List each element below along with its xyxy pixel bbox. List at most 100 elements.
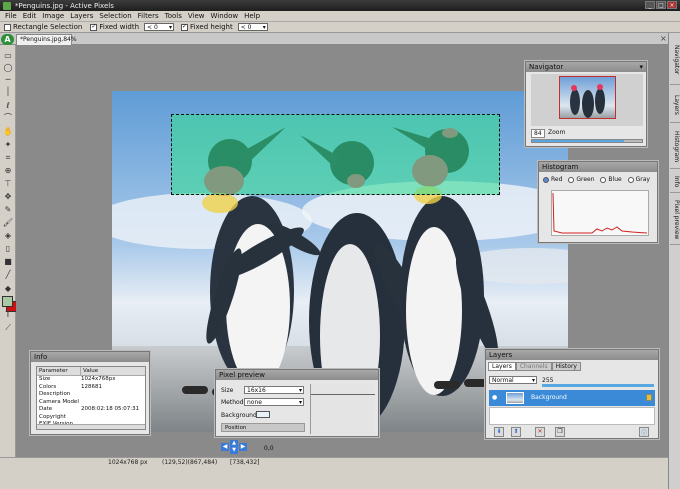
layer-thumbnail [506, 392, 524, 404]
clone-icon[interactable]: ◈ [2, 230, 14, 241]
line-icon[interactable]: ╱ [2, 269, 14, 280]
channel-gray-radio[interactable] [627, 176, 634, 183]
menu-edit[interactable]: Edit [20, 12, 40, 20]
zoom-slider-fill [532, 140, 625, 142]
fixed-width-input[interactable]: < 0 [144, 23, 175, 31]
fixed-width-checkbox[interactable]: ✓ [90, 23, 98, 31]
table-row: Camera Model [37, 399, 145, 407]
lasso-icon[interactable]: ℓ [2, 100, 14, 111]
marquee-selection[interactable] [171, 114, 500, 195]
menu-filters[interactable]: Filters [135, 12, 162, 20]
side-tab-info[interactable]: Info [670, 171, 680, 193]
menu-view[interactable]: View [185, 12, 208, 20]
arrow-right-icon[interactable]: ▶ [239, 443, 247, 451]
side-tab-navigator[interactable]: Navigator [670, 35, 680, 85]
background-label: Background: [221, 412, 259, 419]
window-title: *Penguins.jpg - Active Pixels [15, 1, 114, 10]
side-tab-histogram[interactable]: Histogram [670, 125, 680, 169]
rect-selection-checkbox[interactable] [4, 23, 11, 31]
close-tab-icon[interactable]: × [660, 34, 667, 43]
zoom-value-input[interactable]: 84 [531, 129, 545, 138]
menu-selection[interactable]: Selection [96, 12, 134, 20]
brush-icon[interactable]: 🖌 [2, 217, 14, 228]
tab-channels[interactable]: Channels [515, 362, 552, 371]
close-button[interactable]: × [667, 1, 677, 9]
layer-visibility-eye-icon[interactable]: ● [492, 390, 497, 406]
menu-window[interactable]: Window [208, 12, 242, 20]
column-select-icon[interactable]: │ [2, 86, 14, 97]
channel-green-label: Green [576, 176, 595, 183]
layer-move-down-icon[interactable]: ⬇ [494, 427, 504, 437]
channel-blue-radio[interactable] [600, 176, 607, 183]
tools-panel: ▭ ◯ ─ │ ℓ ⌒ ✋ ✦ ⌗ ⊕ ⊤ ✥ ✎ 🖌 ◈ ▯ ■ ╱ ◆ ▤ … [0, 45, 16, 489]
ellipse-select-icon[interactable]: ◯ [2, 62, 14, 73]
delete-layer-icon[interactable]: ✕ [535, 427, 545, 437]
histogram-title: Histogram [542, 163, 579, 171]
document-tab[interactable]: *Penguins.jpg,84% [16, 34, 77, 45]
tab-history[interactable]: History [551, 362, 581, 371]
table-row: Colors 128681 [37, 384, 145, 392]
fixed-height-label: Fixed height [190, 23, 233, 31]
layer-move-up-icon[interactable]: ⬆ [511, 427, 521, 437]
info-horizontal-scrollbar[interactable] [37, 424, 145, 429]
channel-red-label: Red [551, 176, 563, 183]
layer-lock-icon[interactable] [646, 394, 652, 401]
menu-tools[interactable]: Tools [162, 12, 185, 20]
rect-select-icon[interactable]: ▭ [2, 50, 14, 61]
row-select-icon[interactable]: ─ [2, 74, 14, 85]
magic-wand-icon[interactable]: ✦ [2, 139, 14, 150]
stamp-icon[interactable]: ⊤ [2, 178, 14, 189]
opacity-value: 255 [542, 377, 554, 384]
pencil-icon[interactable]: ✎ [2, 204, 14, 215]
menu-file[interactable]: File [2, 12, 20, 20]
zoom-icon[interactable]: ⊕ [2, 165, 14, 176]
histogram-graph [551, 190, 649, 236]
side-tab-layers[interactable]: Layers [670, 87, 680, 123]
info-header: Info [31, 352, 149, 362]
info-table-header: Parameter Value [37, 367, 145, 376]
histogram-panel: Histogram Red Green Blue Gray [538, 161, 658, 243]
channel-green-radio[interactable] [568, 176, 575, 183]
menu-image[interactable]: Image [39, 12, 67, 20]
duplicate-layer-icon[interactable]: ❐ [555, 427, 565, 437]
arrow-left-icon[interactable]: ◀ [221, 443, 229, 451]
opacity-slider[interactable] [542, 384, 654, 387]
layers-panel: Layers Layers Channels History Normal 25… [485, 349, 659, 439]
channel-selector: Red Green Blue Gray [543, 176, 650, 183]
layers-tab-bar: Layers Channels History [488, 362, 581, 371]
menu-help[interactable]: Help [241, 12, 263, 20]
histogram-header: Histogram [539, 162, 657, 172]
eraser-icon[interactable]: ▯ [2, 243, 14, 254]
navigator-thumbnail[interactable] [559, 76, 616, 119]
bucket-icon[interactable]: ◆ [2, 283, 14, 294]
arrow-down-icon[interactable]: ▼ [230, 447, 238, 454]
rectangle-shape-icon[interactable]: ■ [2, 256, 14, 267]
arrow-up-icon[interactable]: ▲ [230, 440, 238, 447]
move-icon[interactable]: ✥ [2, 191, 14, 202]
panel-menu-icon[interactable]: ▾ [639, 62, 643, 72]
layer-properties-icon[interactable]: ⓘ [639, 427, 649, 437]
minimize-button[interactable]: _ [645, 1, 655, 9]
crop-icon[interactable]: ⌗ [2, 152, 14, 163]
eyedropper-icon[interactable]: ⟋ [2, 322, 14, 333]
size-select[interactable]: 16x16 [244, 386, 304, 394]
method-select[interactable]: none [244, 398, 304, 406]
layer-row-background[interactable]: ● Background [489, 390, 655, 406]
fixed-height-input[interactable]: < 0 [237, 23, 268, 31]
hand-icon[interactable]: ✋ [2, 126, 14, 137]
zoom-slider[interactable] [531, 139, 643, 143]
status-bar: 1024x768 px (129,52)(867,484) [738,432] [0, 457, 668, 489]
menu-layers[interactable]: Layers [67, 12, 96, 20]
status-cursor-coords: (129,52)(867,484) [162, 459, 218, 466]
blend-mode-select[interactable]: Normal [489, 376, 537, 384]
channel-blue-label: Blue [608, 176, 622, 183]
maximize-button[interactable]: □ [656, 1, 666, 9]
tab-layers[interactable]: Layers [488, 362, 516, 371]
channel-red-radio[interactable] [543, 176, 549, 183]
side-tab-pixel-preview[interactable]: Pixel preview [670, 195, 680, 245]
fixed-height-checkbox[interactable]: ✓ [181, 23, 189, 31]
layers-list-empty-area [489, 407, 655, 425]
foreground-color-swatch[interactable] [2, 296, 13, 307]
background-color-swatch-small[interactable] [256, 411, 270, 418]
polygon-lasso-icon[interactable]: ⌒ [2, 112, 14, 123]
